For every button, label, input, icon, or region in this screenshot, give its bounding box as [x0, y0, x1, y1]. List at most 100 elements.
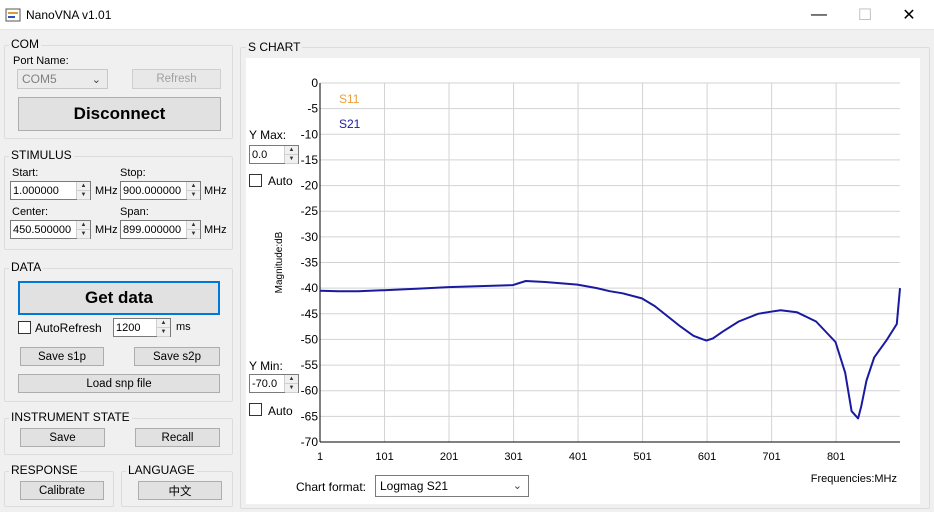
title-bar: NanoVNA v1.01 — ☐ ✕	[0, 0, 934, 30]
y-tick-label: -30	[301, 230, 319, 244]
span-label: Span:	[120, 206, 149, 218]
y-tick-label: -15	[301, 153, 319, 167]
data-group-label: DATA	[9, 260, 44, 274]
calibrate-button[interactable]: Calibrate	[20, 481, 104, 500]
x-axis-label: Frequencies:MHz	[811, 473, 897, 485]
y-tick-label: -5	[307, 102, 318, 116]
x-tick-label: 801	[827, 451, 845, 463]
ymax-input[interactable]: 0.0 ▲ ▼	[249, 145, 299, 164]
ymin-auto-checkbox[interactable]	[249, 403, 262, 416]
up-arrow-icon[interactable]: ▲	[285, 146, 298, 155]
down-arrow-icon[interactable]: ▼	[77, 230, 90, 239]
down-arrow-icon[interactable]: ▼	[187, 191, 200, 200]
port-name-label: Port Name:	[13, 55, 69, 67]
instrument-state-label: INSTRUMENT STATE	[9, 410, 132, 424]
up-arrow-icon[interactable]: ▲	[157, 319, 170, 328]
x-tick-label: 101	[375, 451, 393, 463]
y-tick-label: -40	[301, 281, 319, 295]
center-spinner[interactable]: ▲ ▼	[76, 221, 90, 239]
port-select[interactable]: COM5 ⌄	[17, 69, 108, 89]
y-tick-label: -65	[301, 409, 319, 423]
legend-entry-s11: S11	[339, 92, 360, 106]
ymax-label: Y Max:	[249, 128, 287, 142]
center-unit: MHz	[95, 224, 118, 236]
state-save-button[interactable]: Save	[20, 428, 105, 447]
language-button[interactable]: 中文	[138, 481, 222, 500]
disconnect-button[interactable]: Disconnect	[18, 97, 221, 131]
ymin-input[interactable]: -70.0 ▲ ▼	[249, 374, 299, 393]
chevron-down-icon: ⌄	[512, 480, 522, 492]
center-input[interactable]: 450.500000 ▲ ▼	[10, 220, 91, 239]
stop-label: Stop:	[120, 167, 146, 179]
save-s2p-button[interactable]: Save s2p	[134, 347, 220, 366]
y-tick-label: -55	[301, 358, 319, 372]
save-s1p-button[interactable]: Save s1p	[20, 347, 104, 366]
y-tick-label: 0	[311, 76, 318, 90]
span-input[interactable]: 899.000000 ▲ ▼	[120, 220, 201, 239]
close-button[interactable]: ✕	[886, 0, 932, 30]
chart-format-select[interactable]: Logmag S21 ⌄	[375, 475, 529, 497]
minimize-button[interactable]: —	[796, 0, 842, 30]
start-value: 1.000000	[13, 184, 59, 197]
stop-input[interactable]: 900.000000 ▲ ▼	[120, 181, 201, 200]
maximize-button[interactable]: ☐	[842, 0, 888, 30]
chart-format-value: Logmag S21	[380, 479, 449, 493]
y-tick-label: -50	[301, 332, 319, 346]
get-data-button[interactable]: Get data	[18, 281, 220, 315]
center-value: 450.500000	[13, 223, 72, 236]
stimulus-group-label: STIMULUS	[9, 148, 74, 162]
y-tick-label: -25	[301, 204, 319, 218]
start-input[interactable]: 1.000000 ▲ ▼	[10, 181, 91, 200]
stop-unit: MHz	[204, 185, 227, 197]
down-arrow-icon[interactable]: ▼	[157, 328, 170, 337]
up-arrow-icon[interactable]: ▲	[77, 221, 90, 230]
x-tick-label: 301	[504, 451, 522, 463]
x-tick-label: 201	[440, 451, 458, 463]
down-arrow-icon[interactable]: ▼	[187, 230, 200, 239]
y-tick-label: -60	[301, 384, 319, 398]
s-parameter-chart: 0 -5 -10 -15 -20 -25 -30 -35 -40 -45 -50 -55 -60 -65 -…	[274, 76, 901, 485]
up-arrow-icon[interactable]: ▲	[285, 375, 298, 384]
chart-area: 0 -5 -10 -15 -20 -25 -30 -35 -40 -45 -50 -55 -60 -65 -…	[246, 58, 920, 504]
window-title: NanoVNA v1.01	[26, 8, 112, 22]
start-label: Start:	[12, 167, 39, 179]
response-group-label: RESPONSE	[9, 463, 80, 477]
down-arrow-icon[interactable]: ▼	[77, 191, 90, 200]
state-recall-button[interactable]: Recall	[135, 428, 220, 447]
com-group-label: COM	[9, 37, 41, 51]
ymax-value: 0.0	[252, 148, 268, 161]
interval-unit: ms	[176, 321, 191, 333]
x-tick-label: 601	[698, 451, 716, 463]
down-arrow-icon[interactable]: ▼	[285, 155, 298, 164]
x-tick-label: 501	[633, 451, 651, 463]
ymax-auto-checkbox[interactable]	[249, 174, 262, 187]
span-spinner[interactable]: ▲ ▼	[186, 221, 200, 239]
up-arrow-icon[interactable]: ▲	[187, 182, 200, 191]
refresh-interval-value: 1200	[116, 321, 141, 334]
load-snp-button[interactable]: Load snp file	[18, 374, 220, 393]
ymax-spinner[interactable]: ▲ ▼	[284, 146, 298, 164]
up-arrow-icon[interactable]: ▲	[77, 182, 90, 191]
up-arrow-icon[interactable]: ▲	[187, 221, 200, 230]
ymin-spinner[interactable]: ▲ ▼	[284, 375, 298, 393]
y-axis-label: Magnitude:dB	[274, 231, 285, 293]
refresh-interval-input[interactable]: 1200 ▲ ▼	[113, 318, 171, 337]
ymin-value: -70.0	[252, 377, 278, 390]
auto-refresh-label: AutoRefresh	[35, 321, 102, 335]
start-unit: MHz	[95, 185, 118, 197]
y-tick-label: -20	[301, 179, 319, 193]
y-tick-label: -70	[301, 435, 319, 449]
y-tick-label: -35	[301, 256, 319, 270]
s-chart-group-label: S CHART	[246, 40, 303, 54]
center-label: Center:	[12, 206, 49, 218]
x-tick-label: 401	[569, 451, 587, 463]
ymax-auto-label: Auto	[268, 174, 293, 188]
stop-spinner[interactable]: ▲ ▼	[186, 182, 200, 200]
refresh-interval-spinner[interactable]: ▲ ▼	[156, 319, 170, 337]
auto-refresh-checkbox[interactable]	[18, 321, 31, 334]
start-spinner[interactable]: ▲ ▼	[76, 182, 90, 200]
app-icon	[5, 8, 21, 22]
refresh-button[interactable]: Refresh	[132, 69, 221, 89]
down-arrow-icon[interactable]: ▼	[285, 384, 298, 393]
ymin-label: Y Min:	[249, 359, 283, 373]
